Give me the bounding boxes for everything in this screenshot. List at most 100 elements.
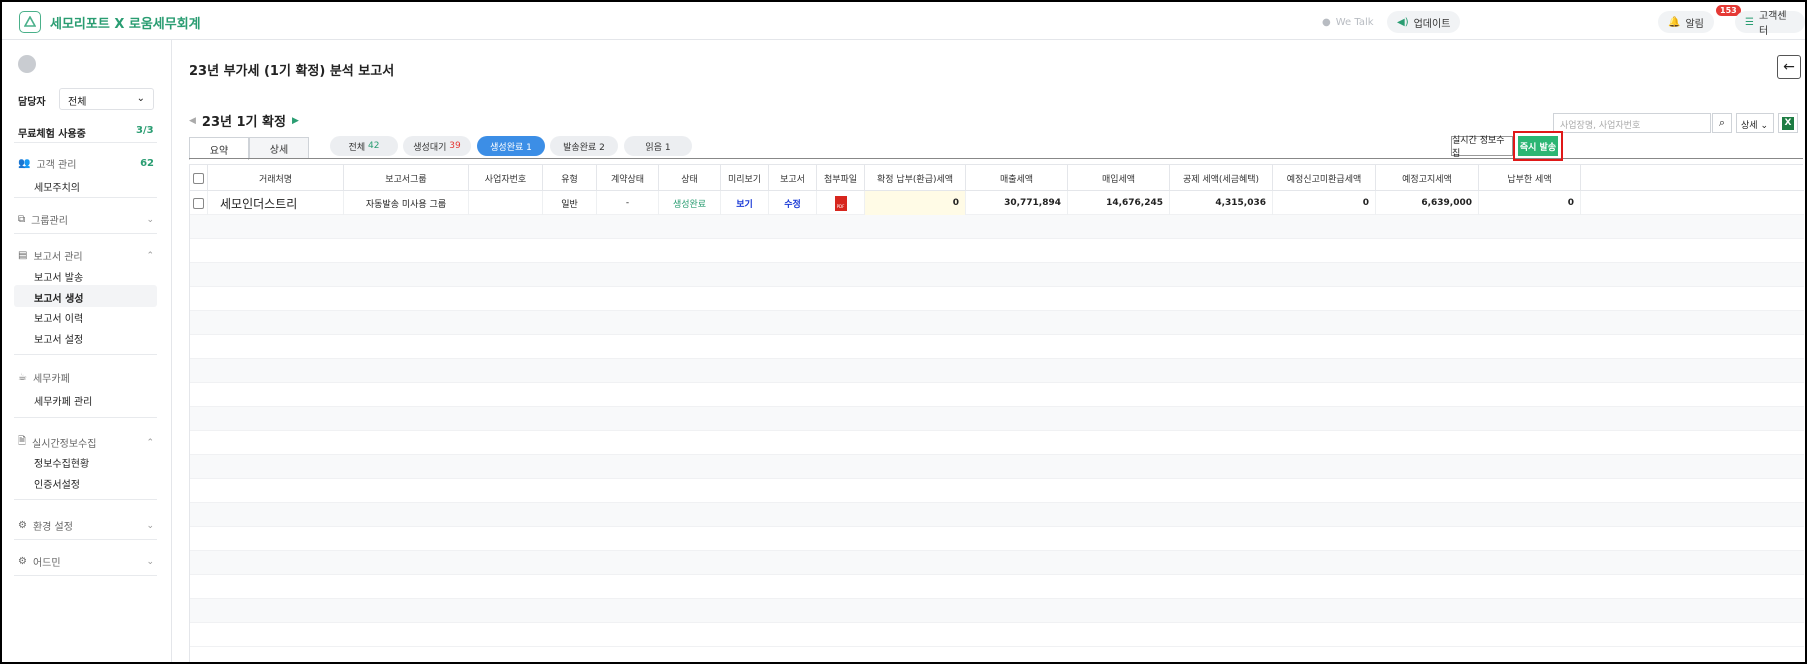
col-header[interactable]: 공제 세액(세금혜택) [1170, 165, 1273, 191]
divider [14, 539, 157, 540]
cell-client-name[interactable]: 세모인더스트리 [208, 191, 344, 215]
period-label: 23년 1기 확정 [201, 115, 286, 130]
chevron-down-icon: ⌄ [146, 214, 154, 225]
empty-row [190, 479, 1804, 503]
client-count: 62 [140, 158, 154, 169]
next-period-icon[interactable]: ▶ [292, 116, 299, 126]
sidebar-section-report[interactable]: ▤ 보고서 관리 ⌃ [18, 248, 154, 263]
megaphone-icon: ◀) [1397, 16, 1409, 28]
update-button[interactable]: ◀) 업데이트 [1387, 11, 1461, 33]
col-header[interactable]: 납부한 세액 [1479, 165, 1581, 191]
preview-link[interactable]: 보기 [721, 191, 769, 215]
alarm-button[interactable]: 🔔 알림 [1658, 11, 1714, 33]
col-header[interactable]: 예정신고미환급세액 [1273, 165, 1376, 191]
col-header[interactable]: 매입세액 [1068, 165, 1170, 191]
sidebar-item-client-tax-notes[interactable]: 세모주치의 [14, 174, 157, 196]
col-header[interactable]: 상태 [659, 165, 721, 191]
filter-chip-sent[interactable]: 발송완료 2 [550, 136, 618, 156]
cell-final-tax: 0 [865, 191, 966, 215]
view-mode-select[interactable]: 상세 ⌄ [1736, 113, 1774, 133]
empty-row [190, 527, 1804, 551]
sidebar-section-admin[interactable]: ⚙ 어드민 ⌄ [18, 554, 154, 569]
sidebar-item-report-send[interactable]: 보고서 발송 [14, 264, 157, 286]
col-header[interactable]: 보고서 [769, 165, 817, 191]
avatar[interactable] [18, 55, 36, 73]
sidebar-section-label: 보고서 관리 [33, 252, 83, 263]
wetalk-button[interactable]: ● We Talk [1312, 11, 1384, 33]
chip-label: 전체 [348, 142, 366, 153]
empty-row [190, 335, 1804, 359]
main-content: 23년 부가세 (1기 확정) 분석 보고서 ← ◀ 23년 1기 확정 ▶ 사… [173, 40, 1805, 662]
select-all-cell [190, 165, 208, 191]
col-header[interactable]: 확정 납부(환급)세액 [865, 165, 966, 191]
tab-detail[interactable]: 상세 [249, 137, 309, 159]
trial-label: 무료체험 사용중 [18, 129, 86, 140]
sidebar-item-report-settings[interactable]: 보고서 설정 [14, 326, 157, 348]
filter-chip-waiting[interactable]: 생성대기 39 [403, 136, 471, 156]
chip-label: 생성대기 [413, 142, 447, 153]
col-header[interactable]: 첨부파일 [817, 165, 865, 191]
sidebar-section-env[interactable]: ⚙ 환경 설정 ⌄ [18, 518, 154, 533]
empty-row [190, 503, 1804, 527]
trial-value: 3/3 [136, 125, 154, 136]
row-checkbox[interactable] [193, 197, 204, 209]
empty-row [190, 407, 1804, 431]
realtime-collect-button[interactable]: 실시간 정보수집 [1451, 136, 1513, 159]
group-icon: ⧉ [18, 214, 26, 225]
cell-sales-tax: 30,771,894 [966, 191, 1068, 215]
table-row[interactable]: 세모인더스트리 자동발송 미사용 그룹 일반 - 생성완료 보기 수정 PDF … [190, 191, 1804, 215]
excel-download-button[interactable]: X [1778, 113, 1798, 133]
tab-summary[interactable]: 요약 [189, 137, 249, 160]
arrow-left-icon: ← [1783, 59, 1795, 75]
col-header[interactable]: 보고서그룹 [344, 165, 469, 191]
users-icon: 👥 [18, 158, 31, 169]
sidebar-section-group[interactable]: ⧉ 그룹관리 ⌄ [18, 212, 154, 227]
sidebar-section-label: 환경 설정 [32, 522, 73, 533]
filter-chip-all[interactable]: 전체 42 [330, 136, 398, 156]
col-header[interactable]: 매출세액 [966, 165, 1068, 191]
prev-period-icon[interactable]: ◀ [189, 116, 196, 126]
manager-select-value: 전체 [68, 97, 87, 108]
row-select-cell [190, 191, 208, 215]
sidebar-item-report-create[interactable]: 보고서 생성 [14, 285, 157, 307]
top-bar: 세모리포트 X 로움세무회계 ● We Talk ◀) 업데이트 🔔 알림 15… [2, 2, 1805, 40]
filter-chip-done[interactable]: 생성완료 1 [477, 136, 545, 156]
brand-title[interactable]: 세모리포트 X 로움세무회계 [50, 13, 201, 32]
select-all-checkbox[interactable] [193, 172, 204, 184]
sidebar-section-label: 실시간정보수집 [32, 439, 97, 450]
report-table: 거래처명 보고서그룹 사업자번호 유형 계약상태 상태 미리보기 보고서 첨부파… [189, 164, 1804, 662]
chevron-up-icon: ⌃ [146, 250, 154, 261]
divider [14, 575, 157, 576]
sidebar-item-cert-settings[interactable]: 인증서설정 [14, 471, 157, 493]
pdf-file-icon[interactable]: PDF [834, 195, 847, 211]
chip-count: 42 [367, 141, 380, 151]
edit-report-link[interactable]: 수정 [769, 191, 817, 215]
col-header[interactable]: 미리보기 [721, 165, 769, 191]
sidebar-section-tax-cafe[interactable]: ☕ 세무카페 [18, 370, 154, 385]
sidebar-section-client[interactable]: 👥 고객 관리 62 [18, 156, 154, 171]
col-header[interactable]: 유형 [543, 165, 597, 191]
send-now-button[interactable]: 즉시 발송 [1518, 136, 1558, 156]
empty-row [190, 383, 1804, 407]
sidebar-item-report-history[interactable]: 보고서 이력 [14, 305, 157, 327]
col-header[interactable]: 거래처명 [208, 165, 344, 191]
back-button[interactable]: ← [1777, 55, 1801, 79]
cell-type: 일반 [543, 191, 597, 215]
sidebar-item-tax-cafe-mgmt[interactable]: 세무카페 관리 [14, 388, 157, 410]
col-header[interactable]: 예정고지세액 [1376, 165, 1479, 191]
cell-attachment: PDF [817, 191, 865, 215]
col-header[interactable]: 계약상태 [597, 165, 659, 191]
sidebar-item-realtime-status[interactable]: 정보수집현황 [14, 450, 157, 472]
filter-chip-read[interactable]: 읽음 1 [624, 136, 692, 156]
brand-logo-icon[interactable] [19, 11, 41, 33]
sidebar-section-label: 세무카페 [32, 374, 70, 385]
report-icon: ▤ [18, 250, 28, 261]
wetalk-label: We Talk [1335, 16, 1374, 28]
manager-select[interactable]: 전체 ⌄ [59, 88, 154, 110]
cell-notice-tax: 6,639,000 [1376, 191, 1479, 215]
search-input[interactable]: 사업장명, 사업자번호 [1553, 113, 1711, 133]
sidebar-section-realtime[interactable]: 🗎 실시간정보수집 ⌃ [18, 434, 154, 451]
col-header[interactable]: 사업자번호 [469, 165, 543, 191]
support-button[interactable]: ☰ 고객센터 [1735, 11, 1805, 37]
search-icon[interactable]: ⌕ [1712, 113, 1732, 133]
